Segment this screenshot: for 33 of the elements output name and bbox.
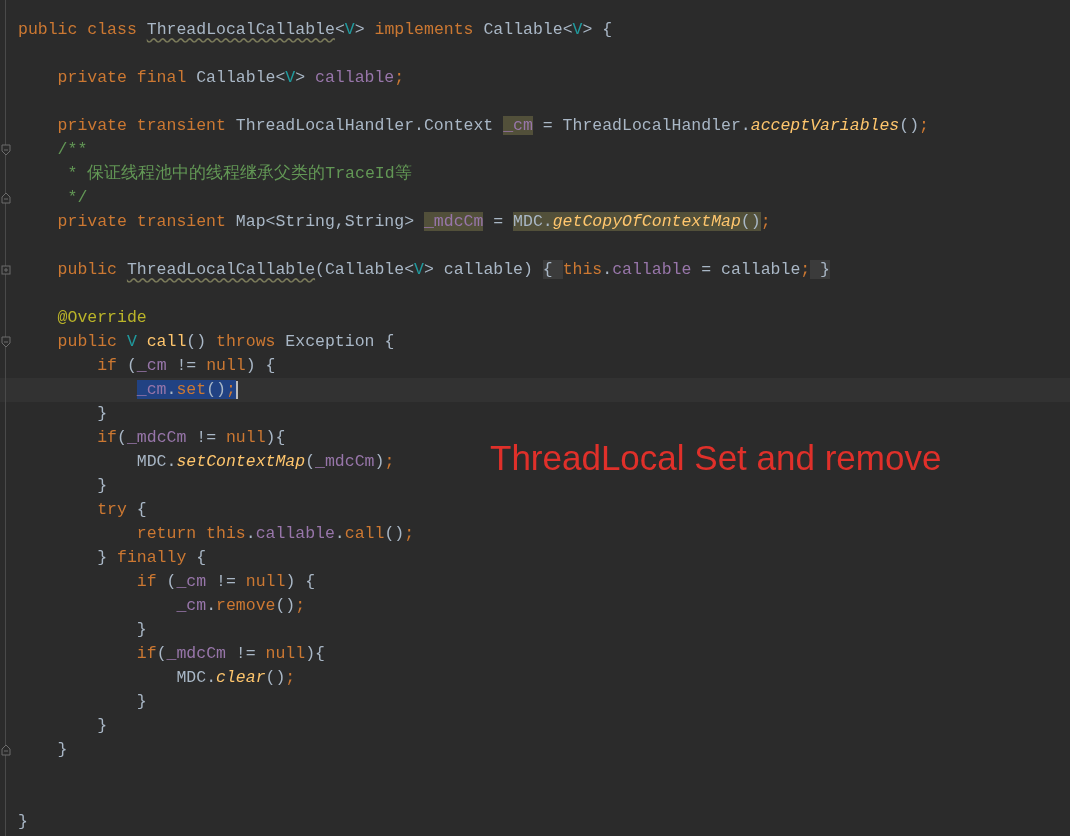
code-line: if (_cm != null) { — [97, 356, 276, 376]
code-line: } — [97, 404, 108, 424]
code-line: } — [18, 812, 28, 832]
code-line: try { — [97, 500, 147, 520]
code-line: } — [136, 692, 147, 712]
code-line: private transient Map<String,String> _mdcCm = MDC.getCopyOfContextMap(); — [57, 212, 771, 232]
fold-marker-icon[interactable] — [1, 744, 11, 756]
code-line: public V call() throws Exception { — [57, 332, 395, 352]
code-line: _cm.remove(); — [176, 596, 306, 616]
code-line: */ — [67, 188, 88, 208]
fold-marker-icon[interactable] — [1, 336, 11, 348]
code-line: public ThreadLocalCallable(Callable<V> callable) { this.callable = callable; } — [57, 260, 830, 280]
fold-marker-icon[interactable] — [1, 192, 11, 204]
code-line: if(_mdcCm != null){ — [136, 644, 325, 664]
code-line: * 保证线程池中的线程继承父类的TraceId等 — [67, 164, 412, 184]
code-line: /** — [57, 140, 88, 160]
code-line: public class ThreadLocalCallable<V> implements Callable<V> { — [18, 20, 613, 40]
code-line: } finally { — [97, 548, 207, 568]
code-line: MDC.setContextMap(_mdcCm); — [136, 452, 395, 472]
fold-marker-icon[interactable] — [1, 144, 11, 156]
code-line: } — [57, 740, 68, 760]
code-line: if(_mdcCm != null){ — [97, 428, 286, 448]
code-line: @Override — [57, 308, 147, 328]
code-line: } — [97, 716, 108, 736]
code-line: private final Callable<V> callable; — [57, 68, 405, 88]
code-line: } — [136, 620, 147, 640]
code-line: MDC.clear(); — [176, 668, 296, 688]
code-line: return this.callable.call(); — [136, 524, 415, 544]
expand-fold-icon[interactable] — [1, 264, 11, 276]
code-line: } — [97, 476, 108, 496]
annotation-text: ThreadLocal Set and remove — [490, 438, 942, 478]
code-line: if (_cm != null) { — [136, 572, 316, 592]
code-line: private transient ThreadLocalHandler.Context _cm = ThreadLocalHandler.acceptVariables(); — [57, 116, 929, 136]
